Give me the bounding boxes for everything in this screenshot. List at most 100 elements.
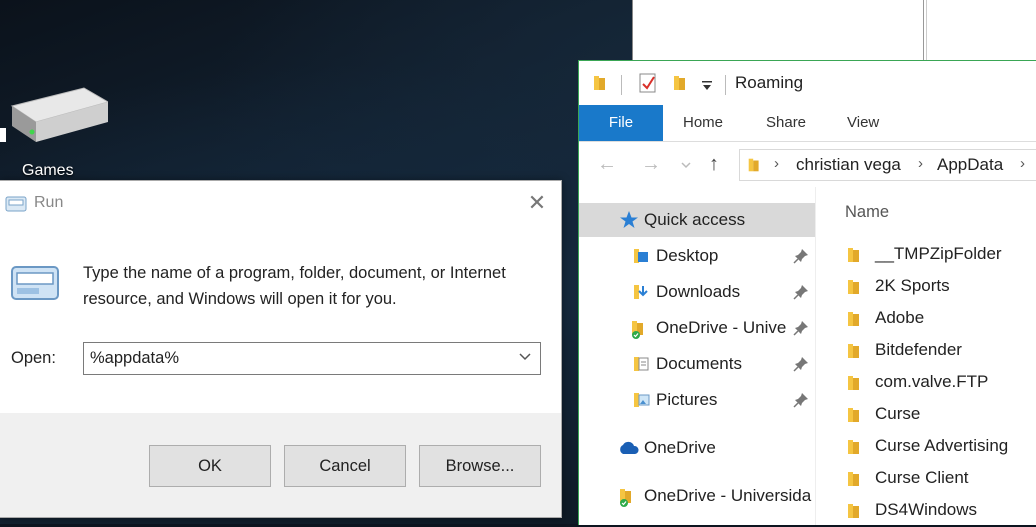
folder-icon: [848, 408, 859, 422]
downloads-folder-icon: [634, 285, 648, 299]
nav-item-quick-access[interactable]: Quick access: [579, 203, 815, 237]
window-divider: [923, 0, 924, 62]
run-button-bar: OK Cancel Browse...: [0, 413, 561, 517]
file-name: Adobe: [875, 308, 925, 327]
folder-icon: [594, 76, 605, 90]
tab-home[interactable]: Home: [683, 105, 723, 141]
hard-drive-icon: [0, 87, 108, 142]
column-header-name[interactable]: Name: [845, 203, 889, 222]
nav-item-desktop[interactable]: Desktop: [579, 239, 815, 273]
onedrive-folder-icon: [632, 321, 643, 339]
recent-locations-chevron-icon[interactable]: [681, 161, 691, 169]
desktop-icon-label: Games: [22, 162, 74, 179]
nav-item-label: Downloads: [656, 282, 741, 301]
file-name: __TMPZipFolder: [875, 244, 1002, 263]
breadcrumb-item[interactable]: christian vega: [796, 155, 901, 175]
folder-icon: [848, 280, 859, 294]
tab-share[interactable]: Share: [766, 105, 806, 141]
close-icon[interactable]: ✕: [520, 189, 554, 217]
navigation-bar: ← → ↑ › christian vega › AppData ›: [579, 143, 1036, 187]
file-list-item[interactable]: Curse: [845, 399, 1036, 431]
file-name: DS4Windows: [875, 500, 978, 519]
file-list-item[interactable]: Bitdefender: [845, 335, 1036, 367]
nav-item-pictures[interactable]: Pictures: [579, 383, 815, 417]
open-input[interactable]: [90, 346, 500, 370]
new-folder-icon[interactable]: [671, 73, 691, 93]
pin-icon[interactable]: [793, 284, 809, 300]
file-list-item[interactable]: Curse Client: [845, 463, 1036, 495]
folder-icon: [848, 248, 859, 262]
run-description: Type the name of a program, folder, docu…: [83, 264, 506, 308]
ribbon-tabs: File Home Share View: [579, 105, 1036, 142]
nav-item-onedrive-universidad[interactable]: OneDrive - Universida: [579, 479, 815, 513]
file-list-item[interactable]: com.valve.FTP: [845, 367, 1036, 399]
folder-icon: [848, 504, 859, 518]
back-arrow-icon[interactable]: ←: [597, 153, 617, 176]
pin-icon[interactable]: [793, 248, 809, 264]
pictures-folder-icon: [634, 393, 650, 407]
pin-icon[interactable]: [793, 320, 809, 336]
toolbar-separator: [725, 75, 726, 95]
run-titlebar[interactable]: Run ✕: [0, 181, 561, 227]
onedrive-folder-icon: [620, 489, 631, 507]
file-name: com.valve.FTP: [875, 372, 989, 391]
window-title: Roaming: [735, 73, 804, 92]
tab-view[interactable]: View: [847, 105, 879, 141]
breadcrumb-separator-icon[interactable]: ›: [774, 155, 779, 172]
properties-icon[interactable]: [637, 72, 659, 94]
run-icon: [5, 196, 27, 212]
quick-access-toolbar: Roaming: [579, 61, 1036, 107]
nav-item-label: Quick access: [644, 210, 746, 229]
folder-icon: [848, 312, 859, 326]
breadcrumb-item[interactable]: AppData: [937, 155, 1003, 175]
file-explorer-window[interactable]: Roaming File Home Share View ← → ↑ › chr…: [578, 60, 1036, 525]
file-name: Curse Client: [875, 468, 969, 487]
file-list-item[interactable]: __TMPZipFolder: [845, 239, 1036, 271]
nav-item-label: Documents: [656, 354, 742, 373]
nav-item-label: OneDrive - Universida: [644, 486, 812, 505]
file-list-item[interactable]: Curse Advertising: [845, 431, 1036, 463]
forward-arrow-icon[interactable]: →: [641, 153, 661, 176]
folder-icon: [848, 472, 859, 486]
nav-item-documents[interactable]: Documents: [579, 347, 815, 381]
cancel-button[interactable]: Cancel: [284, 445, 406, 487]
file-list-item[interactable]: Adobe: [845, 303, 1036, 335]
folder-icon: [748, 158, 759, 172]
background-window[interactable]: [632, 0, 1036, 62]
pin-icon[interactable]: [793, 392, 809, 408]
nav-item-onedrive-university[interactable]: OneDrive - Unive: [579, 311, 815, 345]
file-list-item[interactable]: 2K Sports: [845, 271, 1036, 303]
file-name: Curse: [875, 404, 921, 423]
file-name: Curse Advertising: [875, 436, 1009, 455]
desktop-icon-games[interactable]: Games: [0, 80, 112, 180]
file-name: 2K Sports: [875, 276, 950, 295]
nav-item-label: OneDrive: [644, 438, 716, 457]
window-divider: [926, 0, 927, 62]
chevron-down-icon[interactable]: [518, 349, 532, 363]
pin-icon[interactable]: [793, 356, 809, 372]
toolbar-separator: [621, 75, 622, 95]
run-dialog[interactable]: Run ✕ Type the name of a program, folder…: [0, 180, 562, 518]
nav-item-onedrive[interactable]: OneDrive: [579, 431, 815, 465]
nav-item-downloads[interactable]: Downloads: [579, 275, 815, 309]
breadcrumb-separator-icon[interactable]: ›: [918, 155, 923, 172]
folder-icon: [848, 376, 859, 390]
open-combobox[interactable]: [83, 342, 541, 375]
run-program-icon: [11, 266, 59, 300]
navigation-pane: Quick access Desktop Downloads OneDrive …: [579, 203, 815, 525]
file-list-pane: Name __TMPZipFolder 2K Sports Adobe Bitdefe…: [816, 187, 1036, 525]
tab-file[interactable]: File: [579, 105, 663, 141]
up-arrow-icon[interactable]: ↑: [709, 153, 719, 176]
cloud-icon: [620, 441, 639, 454]
customize-dropdown-icon[interactable]: [701, 81, 713, 91]
browse-button[interactable]: Browse...: [419, 445, 541, 487]
address-bar[interactable]: › christian vega › AppData ›: [739, 149, 1036, 181]
open-label: Open:: [11, 349, 56, 367]
ok-button[interactable]: OK: [149, 445, 271, 487]
nav-item-label: OneDrive - Unive: [656, 318, 787, 337]
desktop-folder-icon: [634, 249, 648, 263]
file-list-item[interactable]: DS4Windows: [845, 495, 1036, 527]
breadcrumb-separator-icon[interactable]: ›: [1020, 155, 1025, 172]
nav-item-label: Desktop: [656, 246, 719, 265]
documents-folder-icon: [634, 357, 649, 371]
